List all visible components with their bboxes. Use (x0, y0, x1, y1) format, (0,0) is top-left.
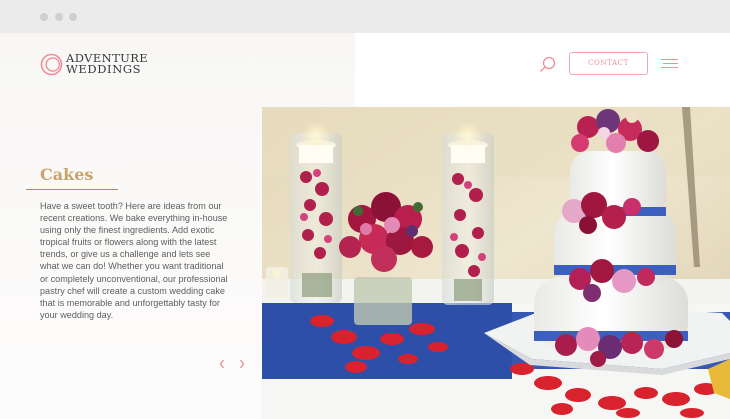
section-title: Cakes (40, 165, 94, 184)
title-underline (26, 189, 118, 190)
browser-title-bar (0, 0, 730, 33)
window-minimize-dot[interactable] (55, 13, 63, 21)
brand-logo[interactable]: ADVENTURE WEDDINGS (40, 52, 148, 76)
menu-line-icon (663, 63, 678, 65)
menu-line-icon (661, 67, 678, 69)
carousel-next-button[interactable] (237, 357, 247, 371)
section-description: Have a sweet tooth? Here are ideas from … (40, 201, 228, 320)
contact-button[interactable]: CONTACT (569, 52, 648, 75)
search-button[interactable] (538, 55, 558, 73)
chevron-right-icon (239, 359, 245, 369)
window-close-dot[interactable] (40, 13, 48, 21)
hamburger-menu-button[interactable] (661, 58, 678, 69)
window-maximize-dot[interactable] (69, 13, 77, 21)
menu-line-icon (661, 59, 678, 61)
chevron-left-icon (219, 359, 225, 369)
hero-image (262, 107, 730, 419)
logo-rings-icon (40, 53, 63, 76)
carousel-prev-button[interactable] (217, 357, 227, 371)
brand-name-line2: WEDDINGS (66, 62, 142, 76)
search-icon (540, 56, 556, 72)
